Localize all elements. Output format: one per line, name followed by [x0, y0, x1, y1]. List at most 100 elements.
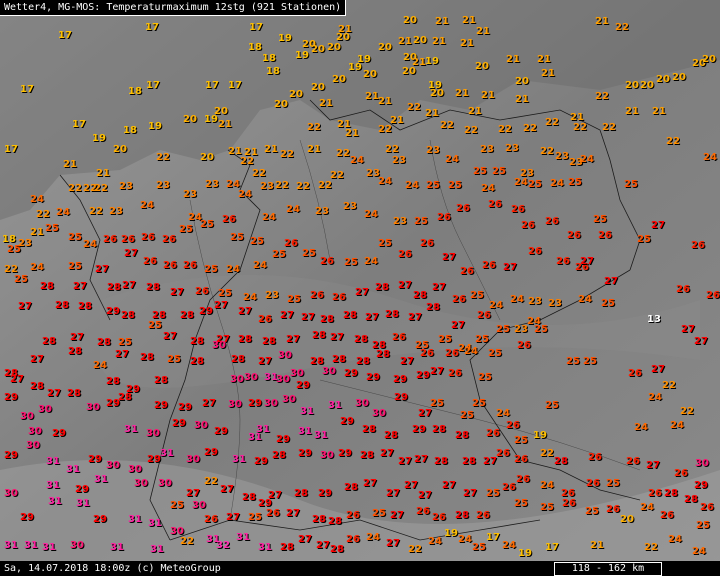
station-temperature: 20 [402, 66, 416, 77]
station-temperature: 24 [366, 532, 380, 543]
station-temperature: 28 [554, 456, 568, 467]
station-temperature: 20 [311, 82, 325, 93]
station-temperature: 27 [95, 264, 109, 275]
station-temperature: 24 [703, 152, 717, 163]
station-temperature: 25 [528, 179, 542, 190]
station-temperature: 25 [68, 232, 82, 243]
station-temperature: 25 [200, 219, 214, 230]
station-temperature: 25 [170, 500, 184, 511]
station-temperature: 26 [258, 314, 272, 325]
station-temperature: 28 [30, 381, 44, 392]
station-temperature: 28 [330, 544, 344, 555]
station-temperature: 23 [514, 324, 528, 335]
station-temperature: 27 [186, 488, 200, 499]
station-temperature: 24 [243, 292, 257, 303]
station-temperature: 27 [430, 366, 444, 377]
station-temperature: 25 [372, 508, 386, 519]
station-temperature: 18 [266, 66, 280, 77]
station-temperature: 22 [680, 406, 694, 417]
station-temperature: 28 [55, 300, 69, 311]
station-temperature: 31 [76, 498, 90, 509]
station-temperature: 30 [4, 488, 18, 499]
station-temperature: 26 [506, 420, 520, 431]
station-temperature: 31 [236, 532, 250, 543]
station-temperature: 30 [192, 500, 206, 511]
station-temperature: 27 [268, 490, 282, 501]
station-temperature: 29 [296, 380, 310, 391]
station-temperature: 28 [118, 392, 132, 403]
station-temperature: 25 [492, 166, 506, 177]
station-temperature: 26 [626, 456, 640, 467]
station-temperature: 26 [476, 510, 490, 521]
station-temperature: 26 [346, 510, 360, 521]
station-temperature: 27 [418, 490, 432, 501]
station-temperature: 29 [20, 512, 34, 523]
station-temperature: 29 [393, 374, 407, 385]
station-temperature: 30 [38, 404, 52, 415]
station-temperature: 28 [242, 492, 256, 503]
station-temperature: 30 [230, 374, 244, 385]
station-temperature: 13 [647, 314, 661, 325]
station-temperature: 25 [496, 324, 510, 335]
station-temperature: 27 [442, 252, 456, 263]
station-temperature: 24 [350, 155, 364, 166]
station-temperature: 30 [128, 464, 142, 475]
station-temperature: 27 [442, 480, 456, 491]
station-temperature: 24 [668, 534, 682, 545]
station-temperature: 21 [625, 106, 639, 117]
station-temperature: 28 [384, 430, 398, 441]
station-temperature: 28 [356, 356, 370, 367]
station-temperature: 25 [167, 354, 181, 365]
station-temperature: 30 [282, 394, 296, 405]
station-temperature: 31 [46, 480, 60, 491]
station-temperature: 27 [414, 454, 428, 465]
station-temperature: 21 [435, 16, 449, 27]
station-temperature: 17 [146, 80, 160, 91]
station-temperature: 25 [7, 244, 21, 255]
station-temperature: 21 [537, 54, 551, 65]
station-temperature: 22 [573, 122, 587, 133]
station-temperature: 31 [314, 430, 328, 441]
station-temperature: 28 [375, 282, 389, 293]
station-temperature: 26 [320, 256, 334, 267]
station-temperature: 24 [93, 360, 107, 371]
station-temperature: 27 [170, 287, 184, 298]
station-temperature: 26 [706, 290, 720, 301]
station-temperature: 28 [312, 330, 326, 341]
station-temperature: 30 [186, 454, 200, 465]
station-temperature: 31 [328, 400, 342, 411]
station-temperature: 25 [624, 179, 638, 190]
station-temperature: 20 [403, 15, 417, 26]
station-temperature: 27 [226, 512, 240, 523]
station-temperature: 28 [140, 352, 154, 363]
station-temperature: 26 [452, 294, 466, 305]
station-temperature: 27 [115, 349, 129, 360]
station-temperature: 25 [148, 320, 162, 331]
station-temperature: 23 [480, 144, 494, 155]
station-temperature: 19 [278, 33, 292, 44]
station-temperature: 26 [310, 290, 324, 301]
station-temperature: 26 [346, 534, 360, 545]
station-temperature: 27 [390, 510, 404, 521]
station-temperature: 31 [24, 540, 38, 551]
station-temperature: 21 [432, 36, 446, 47]
station-temperature: 23 [183, 189, 197, 200]
station-temperature: 26 [195, 286, 209, 297]
station-temperature: 24 [502, 540, 516, 551]
station-temperature: 29 [52, 428, 66, 439]
station-temperature: 28 [78, 301, 92, 312]
station-temperature: 22 [318, 180, 332, 191]
station-temperature: 21 [378, 96, 392, 107]
station-temperature: 25 [514, 435, 528, 446]
station-temperature: 28 [432, 424, 446, 435]
station-temperature: 29 [694, 480, 708, 491]
station-temperature: 20 [620, 514, 634, 525]
station-temperature: 23 [520, 168, 534, 179]
station-temperature: 26 [448, 368, 462, 379]
station-temperature: 21 [307, 144, 321, 155]
station-temperature: 24 [364, 256, 378, 267]
station-temperature: 29 [75, 484, 89, 495]
station-temperature: 31 [298, 426, 312, 437]
station-temperature: 26 [416, 506, 430, 517]
station-temperature: 28 [294, 488, 308, 499]
